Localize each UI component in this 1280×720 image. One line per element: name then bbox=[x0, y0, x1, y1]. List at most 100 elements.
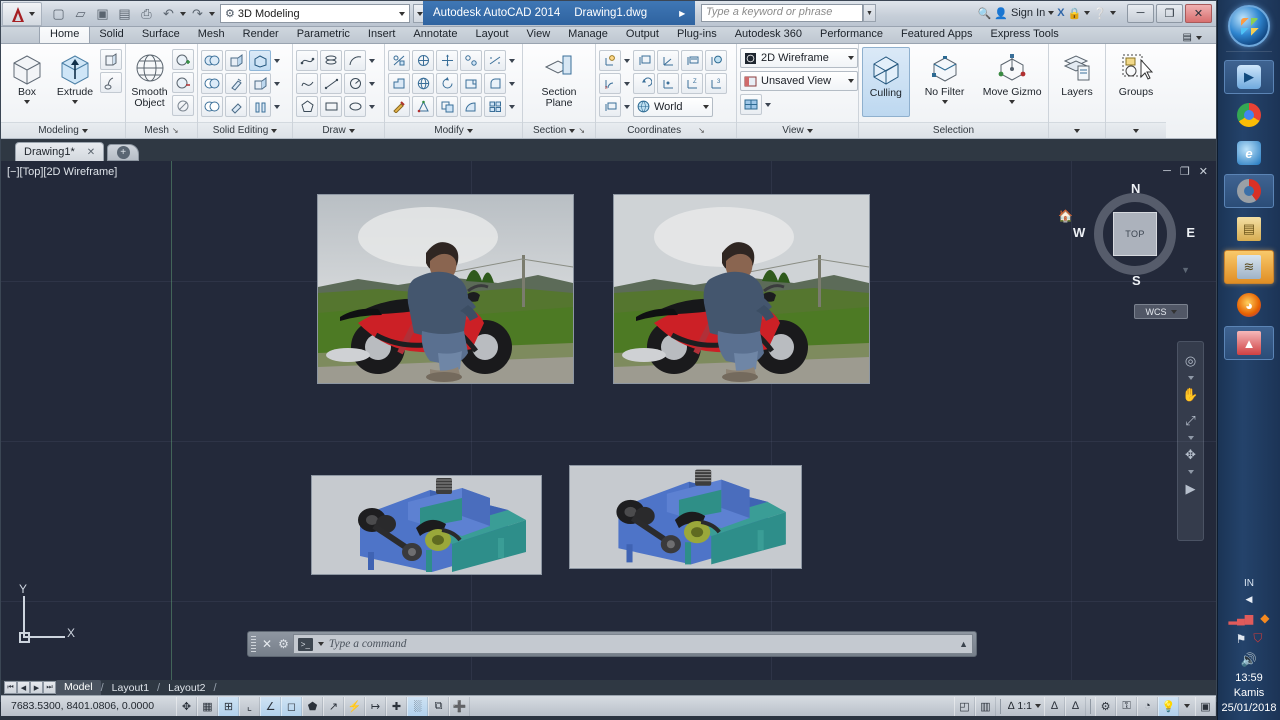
redo-dropdown-icon[interactable] bbox=[209, 11, 215, 16]
help-updates-icon[interactable]: 🔒 bbox=[1068, 3, 1082, 23]
chevron-down-icon[interactable] bbox=[369, 58, 375, 63]
title-overflow-icon[interactable]: ▶ bbox=[679, 9, 685, 18]
taskbar-internet-explorer[interactable]: e bbox=[1224, 136, 1274, 170]
coordinate-display[interactable]: 7683.5300, 8401.0806, 0.0000 bbox=[1, 700, 176, 712]
viewport-minimize-button[interactable]: ─ bbox=[1163, 165, 1171, 178]
clean-screen-button[interactable]: ▣ bbox=[1195, 696, 1216, 716]
chamfer-edge-icon[interactable] bbox=[484, 73, 506, 94]
panel-layers-label[interactable] bbox=[1049, 122, 1105, 138]
first-layout-button[interactable]: ⏮ bbox=[4, 681, 17, 694]
object-snap-tracking-toggle[interactable]: ↗ bbox=[323, 696, 344, 716]
intersect-icon[interactable] bbox=[201, 96, 223, 117]
undo-dropdown-icon[interactable] bbox=[180, 11, 186, 16]
workspace-selector[interactable]: ⚙ 3D Modeling bbox=[220, 4, 410, 23]
next-layout-button[interactable]: ▶ bbox=[30, 681, 43, 694]
taskbar-autocad[interactable]: ≋ bbox=[1224, 250, 1274, 284]
arc-icon[interactable] bbox=[344, 50, 366, 71]
panel-modeling-label[interactable]: Modeling bbox=[1, 122, 125, 138]
chevron-down-icon[interactable] bbox=[317, 642, 324, 646]
chevron-down-icon[interactable]: ▼ bbox=[1181, 265, 1190, 275]
dialog-launcher-icon[interactable]: ↘ bbox=[698, 126, 705, 135]
ucs-3-icon[interactable]: 3 bbox=[705, 73, 727, 94]
chevron-down-icon[interactable] bbox=[1184, 704, 1190, 708]
cad-machine-left[interactable] bbox=[311, 475, 542, 575]
no-filter-button[interactable]: No Filter bbox=[918, 47, 972, 104]
solid-box-edit-icon[interactable] bbox=[249, 50, 271, 71]
rectangle-icon[interactable] bbox=[320, 96, 342, 117]
hardware-acceleration-button[interactable]: ◔ bbox=[1137, 696, 1158, 716]
chevron-down-icon[interactable] bbox=[624, 104, 630, 109]
tray-action-center-icon[interactable]: ⚑ bbox=[1236, 632, 1247, 646]
copy-icon[interactable] bbox=[436, 96, 458, 117]
panel-coordinates-label[interactable]: Coordinates ↘ bbox=[596, 122, 736, 138]
undo-icon[interactable]: ↶ bbox=[158, 4, 179, 24]
search-dropdown-icon[interactable]: ▼ bbox=[863, 4, 876, 22]
smooth-object-button[interactable]: Smooth Object bbox=[129, 47, 170, 109]
match-properties-icon[interactable] bbox=[388, 96, 410, 117]
groups-button[interactable]: Groups bbox=[1109, 47, 1163, 98]
viewport-config-icon[interactable] bbox=[740, 94, 762, 115]
tab-express-tools[interactable]: Express Tools bbox=[982, 26, 1068, 43]
save-as-icon[interactable]: ▤ bbox=[114, 4, 135, 24]
isolate-objects-button[interactable]: 💡 bbox=[1158, 696, 1179, 716]
viewport-restore-button[interactable]: ❐ bbox=[1180, 165, 1190, 178]
dynamic-ucs-toggle[interactable]: ⚡ bbox=[344, 696, 365, 716]
snap-mode-toggle[interactable]: ✥ bbox=[176, 696, 197, 716]
ucs-previous-icon[interactable] bbox=[633, 73, 655, 94]
union-icon[interactable] bbox=[201, 50, 223, 71]
helix-icon[interactable] bbox=[320, 50, 342, 71]
tab-plugins[interactable]: Plug-ins bbox=[668, 26, 726, 43]
taskbar-autodesk-app[interactable]: ▲ bbox=[1224, 326, 1274, 360]
chevron-up-icon[interactable]: ▲ bbox=[959, 639, 968, 649]
grid-display-toggle[interactable]: ▦ bbox=[197, 696, 218, 716]
search-input[interactable]: Type a keyword or phrase bbox=[701, 4, 863, 22]
layers-button[interactable]: Layers bbox=[1053, 47, 1101, 98]
pan-hand-icon[interactable]: ✋ bbox=[1180, 384, 1202, 406]
cad-machine-right[interactable] bbox=[569, 465, 802, 569]
tab-featured-apps[interactable]: Featured Apps bbox=[892, 26, 982, 43]
open-icon[interactable]: ▱ bbox=[70, 4, 91, 24]
panel-section-label[interactable]: Section ↘ bbox=[523, 122, 595, 138]
previous-layout-button[interactable]: ◀ bbox=[17, 681, 30, 694]
chevron-down-icon[interactable] bbox=[624, 81, 630, 86]
close-button[interactable]: ✕ bbox=[1185, 3, 1212, 23]
selection-cycling-toggle[interactable]: ⧉ bbox=[428, 696, 449, 716]
3d-object-snap-toggle[interactable]: ⬟ bbox=[302, 696, 323, 716]
clock[interactable]: 13:59 Kamis 25/01/2018 bbox=[1221, 671, 1276, 716]
tab-autodesk-360[interactable]: Autodesk 360 bbox=[726, 26, 811, 43]
chevron-down-icon[interactable] bbox=[72, 100, 78, 104]
move-gizmo-button[interactable]: Move Gizmo bbox=[979, 47, 1045, 104]
ucs-combo[interactable]: World bbox=[633, 96, 713, 117]
presspull-icon[interactable] bbox=[100, 49, 122, 70]
chevron-down-icon[interactable] bbox=[369, 104, 375, 109]
restore-button[interactable]: ❐ bbox=[1156, 3, 1183, 23]
chevron-down-icon[interactable] bbox=[1187, 436, 1194, 440]
ribbon-minimize-button[interactable]: ▤ bbox=[1183, 32, 1202, 43]
new-icon[interactable]: ▢ bbox=[48, 4, 69, 24]
fillet-edge-icon[interactable] bbox=[460, 73, 482, 94]
viewcube-south-label[interactable]: S bbox=[1132, 273, 1141, 288]
wrench-icon[interactable]: ⚙ bbox=[278, 637, 289, 651]
command-input[interactable]: >_ Type a command ▲ bbox=[292, 634, 973, 654]
tab-mesh[interactable]: Mesh bbox=[189, 26, 234, 43]
annotation-visibility-button[interactable]: ∆ bbox=[1044, 696, 1065, 716]
chevron-down-icon[interactable] bbox=[765, 102, 771, 107]
taskbar-firefox[interactable]: ◕ bbox=[1224, 288, 1274, 322]
transparency-toggle[interactable]: ░ bbox=[407, 696, 428, 716]
drawing-canvas[interactable]: [−][Top][2D Wireframe] ─ ❐ ✕ TOP N S E W… bbox=[1, 161, 1216, 680]
tab-render[interactable]: Render bbox=[234, 26, 288, 43]
copy-faces-icon[interactable] bbox=[249, 73, 271, 94]
close-icon[interactable]: ✕ bbox=[260, 637, 274, 651]
quick-view-layouts-button[interactable]: ▥ bbox=[974, 696, 996, 716]
model-space-button[interactable]: ◰ bbox=[953, 696, 975, 716]
box-button[interactable]: Box bbox=[4, 47, 50, 104]
help-icon[interactable]: ❔ bbox=[1093, 3, 1107, 23]
section-plane-button[interactable]: Section Plane bbox=[532, 47, 586, 109]
viewport-label[interactable]: [−][Top][2D Wireframe] bbox=[7, 166, 117, 178]
chevron-down-icon[interactable] bbox=[24, 100, 30, 104]
ucs-3point-icon[interactable] bbox=[657, 50, 679, 71]
photo-motorcycle-left[interactable] bbox=[317, 194, 574, 384]
save-icon[interactable]: ▣ bbox=[92, 4, 113, 24]
chevron-down-icon[interactable] bbox=[509, 81, 515, 86]
language-indicator[interactable]: IN bbox=[1244, 578, 1254, 589]
